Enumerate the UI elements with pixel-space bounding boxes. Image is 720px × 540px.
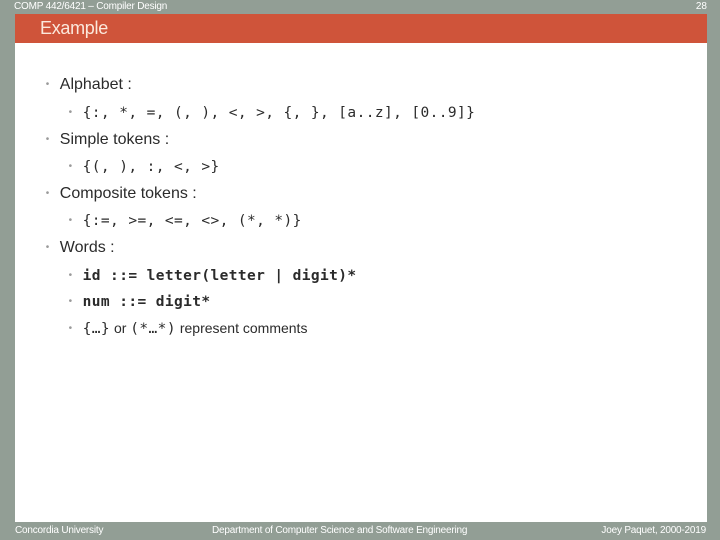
course-title: COMP 442/6421 – Compiler Design — [14, 1, 168, 12]
comments-or: or — [110, 320, 131, 336]
composite-tokens-value: {:=, >=, <=, <>, (*, *)} — [82, 213, 302, 229]
title-bar: Example — [15, 14, 707, 43]
comment-paren-syntax: (*…*) — [130, 321, 176, 337]
slide-content: • Alphabet : • {:, *, =, (, ), <, >, {, },… — [15, 43, 707, 522]
slide-top-strip: COMP 442/6421 – Compiler Design 28 — [0, 0, 720, 14]
list-item-comments: • {…} or (*…*) represent comments — [52, 298, 308, 359]
bullet-icon: • — [68, 323, 73, 334]
slide-footer: Concordia University Department of Compu… — [0, 522, 720, 540]
page-number: 28 — [695, 1, 707, 12]
comments-description: represent comments — [175, 320, 308, 336]
footer-department: Department of Computer Science and Softw… — [212, 525, 468, 536]
comment-brace-syntax: {…} — [82, 321, 111, 337]
slide-title: Example — [40, 18, 108, 38]
footer-author: Joey Paquet, 2000-2019 — [601, 525, 706, 536]
footer-university: Concordia University — [15, 525, 104, 536]
